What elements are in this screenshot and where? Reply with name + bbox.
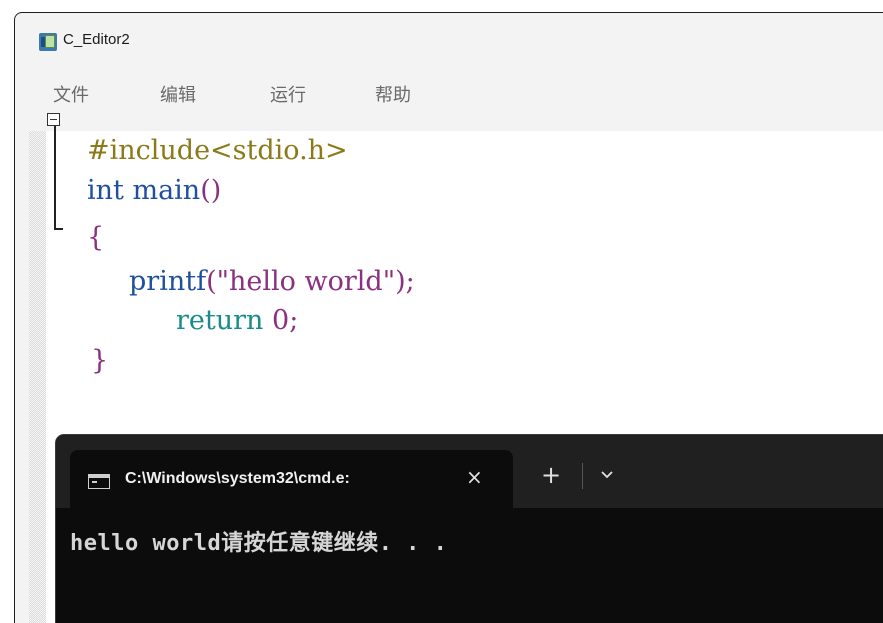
- paren: (): [200, 175, 222, 206]
- app-icon: [39, 33, 57, 51]
- code-line-3: {: [87, 221, 104, 255]
- desktop: C_Editor2 文件 编辑 运行 帮助 #include<stdio.h> …: [0, 0, 883, 623]
- terminal-tab-title: C:\Windows\system32\cmd.e:: [125, 470, 350, 487]
- terminal-window: C:\Windows\system32\cmd.e: × + hello wor…: [55, 434, 883, 623]
- terminal-tab[interactable]: C:\Windows\system32\cmd.e: ×: [70, 450, 513, 508]
- menu-bar: 文件 编辑 运行 帮助: [15, 81, 883, 111]
- number-literal: 0: [272, 305, 290, 336]
- menu-edit[interactable]: 编辑: [160, 81, 196, 111]
- keyword-int: int: [87, 175, 124, 206]
- fold-end-marker: [54, 228, 63, 230]
- code-line-4: printf("hello world");: [129, 265, 415, 299]
- cmd-icon: [88, 474, 110, 489]
- title-bar[interactable]: C_Editor2: [15, 13, 883, 71]
- string-literal: "hello world": [216, 266, 396, 297]
- menu-file[interactable]: 文件: [53, 81, 89, 111]
- close-brace: }: [91, 345, 109, 376]
- code-line-1: #include<stdio.h>: [87, 134, 348, 168]
- close-icon[interactable]: ×: [466, 465, 483, 489]
- menu-help[interactable]: 帮助: [375, 81, 411, 111]
- menu-run[interactable]: 运行: [270, 81, 306, 111]
- tab-separator: [582, 463, 583, 489]
- code-line-6: }: [91, 344, 108, 378]
- fold-line: [54, 126, 56, 229]
- fold-toggle-icon[interactable]: [47, 113, 60, 126]
- window-title: C_Editor2: [63, 31, 130, 48]
- code-line-2: int main(): [87, 174, 221, 208]
- terminal-output: hello world请按任意键继续. . .: [70, 531, 448, 556]
- preprocessor-directive: #include<stdio.h>: [87, 135, 348, 166]
- terminal-tab-strip: C:\Windows\system32\cmd.e: × +: [56, 435, 883, 508]
- keyword-return: return: [176, 305, 264, 336]
- open-paren: (: [206, 266, 217, 297]
- close-paren-semicolon: );: [395, 266, 415, 297]
- semicolon: ;: [289, 305, 299, 336]
- code-line-5: return 0;: [176, 304, 298, 338]
- function-printf: printf: [129, 266, 207, 297]
- chevron-down-icon[interactable]: [598, 465, 616, 483]
- line-number-margin: [29, 131, 46, 623]
- new-tab-button[interactable]: +: [541, 463, 561, 487]
- open-brace: {: [87, 222, 105, 253]
- identifier-main: main: [132, 175, 201, 206]
